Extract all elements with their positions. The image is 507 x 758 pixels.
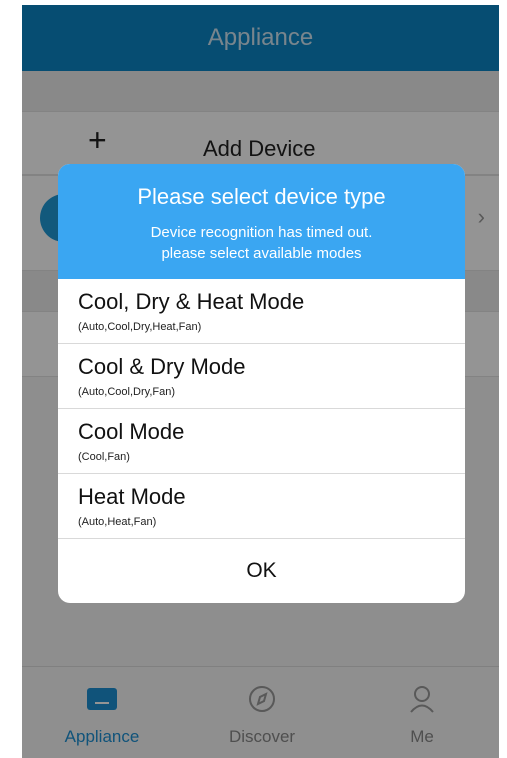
mode-option-heat[interactable]: Heat Mode (Auto,Heat,Fan) bbox=[58, 474, 465, 539]
mode-subtitle: (Auto,Cool,Dry,Heat,Fan) bbox=[78, 321, 202, 333]
dialog-message-line1: Device recognition has timed out. bbox=[150, 224, 373, 241]
dialog-message-line2: please select available modes bbox=[161, 245, 362, 262]
mode-title: Cool Mode bbox=[78, 419, 185, 444]
mode-option-cool[interactable]: Cool Mode (Cool,Fan) bbox=[58, 409, 465, 474]
mode-title: Heat Mode bbox=[78, 484, 186, 509]
ok-button[interactable]: OK bbox=[58, 538, 465, 603]
app-screen: Appliance + Add Device › Appliance Disco… bbox=[22, 5, 499, 758]
device-type-dialog: Please select device type Device recogni… bbox=[58, 164, 465, 603]
mode-title: Cool, Dry & Heat Mode bbox=[78, 289, 305, 314]
dialog-header: Please select device type Device recogni… bbox=[58, 164, 465, 279]
mode-subtitle: (Auto,Heat,Fan) bbox=[78, 516, 157, 528]
mode-subtitle: (Auto,Cool,Dry,Fan) bbox=[78, 386, 175, 398]
dialog-message: Device recognition has timed out. please… bbox=[58, 222, 465, 264]
mode-subtitle: (Cool,Fan) bbox=[78, 451, 130, 463]
mode-option-cool-dry-heat[interactable]: Cool, Dry & Heat Mode (Auto,Cool,Dry,Hea… bbox=[58, 279, 465, 344]
dialog-title: Please select device type bbox=[137, 184, 386, 209]
mode-option-cool-dry[interactable]: Cool & Dry Mode (Auto,Cool,Dry,Fan) bbox=[58, 344, 465, 409]
mode-title: Cool & Dry Mode bbox=[78, 354, 246, 379]
